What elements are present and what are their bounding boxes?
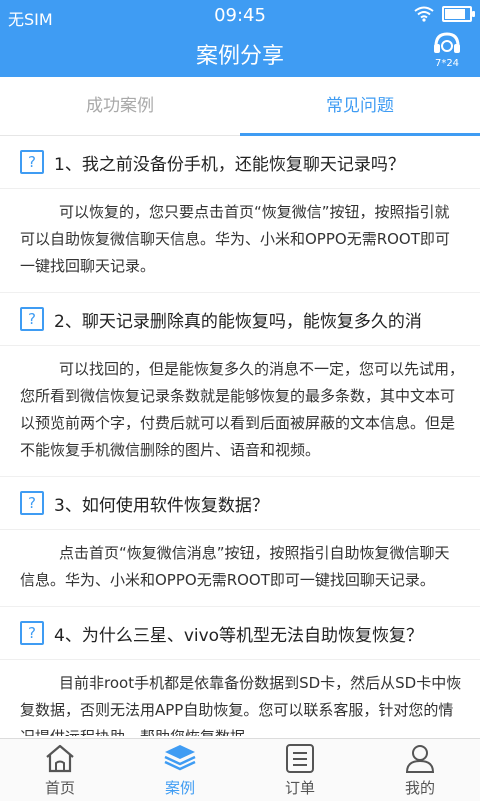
nav-home[interactable]: 首页: [0, 739, 120, 801]
tab-success-cases[interactable]: 成功案例: [0, 77, 240, 135]
question-icon: ?: [20, 150, 44, 174]
nav-orders-label: 订单: [284, 779, 315, 797]
battery-icon: [442, 6, 475, 22]
faq-question: ? 1、我之前没备份手机，还能恢复聊天记录吗？: [0, 136, 480, 189]
faq-item: ? 3、如何使用软件恢复数据？ 点击首页“恢复微信消息”按钮，按照指引自助恢复微…: [0, 477, 480, 607]
faq-question-text: 4、为什么三星、vivo等机型无法自助恢复恢复？: [54, 625, 424, 646]
faq-question-text: 2、聊天记录删除真的能恢复吗，能恢复多久的消: [54, 311, 422, 332]
faq-answer-text: 可以恢复的，您只要点击首页“恢复微信”按钮，按照指引就可以自助恢复微信聊天信息。…: [20, 203, 450, 275]
faq-question-text: 1、我之前没备份手机，还能恢复聊天记录吗？: [54, 154, 405, 175]
faq-question: ? 4、为什么三星、vivo等机型无法自助恢复恢复？: [0, 607, 480, 660]
home-icon: [46, 744, 74, 773]
nav-cases[interactable]: 案例: [120, 739, 240, 801]
faq-item: ? 1、我之前没备份手机，还能恢复聊天记录吗？ 可以恢复的，您只要点击首页“恢复…: [0, 136, 480, 293]
app-header: 无SIM 09:45 案例分享 7*24: [0, 0, 480, 77]
layers-icon: [164, 745, 196, 771]
faq-answer-text: 点击首页“恢复微信消息”按钮，按照指引自助恢复微信聊天信息。华为、小米和OPPO…: [20, 544, 450, 589]
customer-service-button[interactable]: 7*24: [430, 32, 464, 69]
nav-profile[interactable]: 我的: [360, 739, 480, 801]
nav-profile-label: 我的: [404, 779, 435, 797]
faq-item: ? 2、聊天记录删除真的能恢复吗，能恢复多久的消 可以找回的，但是能恢复多久的消…: [0, 293, 480, 477]
faq-item: ? 4、为什么三星、vivo等机型无法自助恢复恢复？ 目前非root手机都是依靠…: [0, 607, 480, 736]
question-icon: ?: [20, 491, 44, 515]
user-icon: [405, 745, 435, 773]
question-icon: ?: [20, 307, 44, 331]
nav-cases-label: 案例: [164, 779, 195, 797]
status-time: 09:45: [214, 5, 266, 26]
faq-question: ? 2、聊天记录删除真的能恢复吗，能恢复多久的消: [0, 293, 480, 346]
faq-list[interactable]: ? 1、我之前没备份手机，还能恢复聊天记录吗？ 可以恢复的，您只要点击首页“恢复…: [0, 136, 480, 736]
headset-icon: [434, 32, 460, 53]
nav-home-label: 首页: [44, 779, 75, 797]
service-hours-text: 7*24: [434, 58, 460, 69]
faq-answer-text: 目前非root手机都是依靠备份数据到SD卡，然后从SD卡中恢复数据，否则无法用A…: [20, 674, 462, 736]
order-list-icon: [286, 744, 314, 773]
tab-bar: 成功案例 常见问题: [0, 77, 480, 136]
wifi-icon: [414, 6, 434, 22]
question-icon: ?: [20, 621, 44, 645]
tab-faq[interactable]: 常见问题: [240, 77, 480, 135]
bottom-nav: 首页 案例 订单 我的: [0, 738, 480, 801]
page-title: 案例分享: [195, 44, 284, 69]
nav-orders[interactable]: 订单: [240, 739, 360, 801]
faq-question: ? 3、如何使用软件恢复数据？: [0, 477, 480, 530]
faq-question-text: 3、如何使用软件恢复数据？: [54, 495, 269, 516]
status-bar: 无SIM 09:45: [0, 0, 480, 30]
faq-answer-text: 可以找回的，但是能恢复多久的消息不一定，您可以先试用，您所看到微信恢复记录条数就…: [20, 360, 465, 459]
